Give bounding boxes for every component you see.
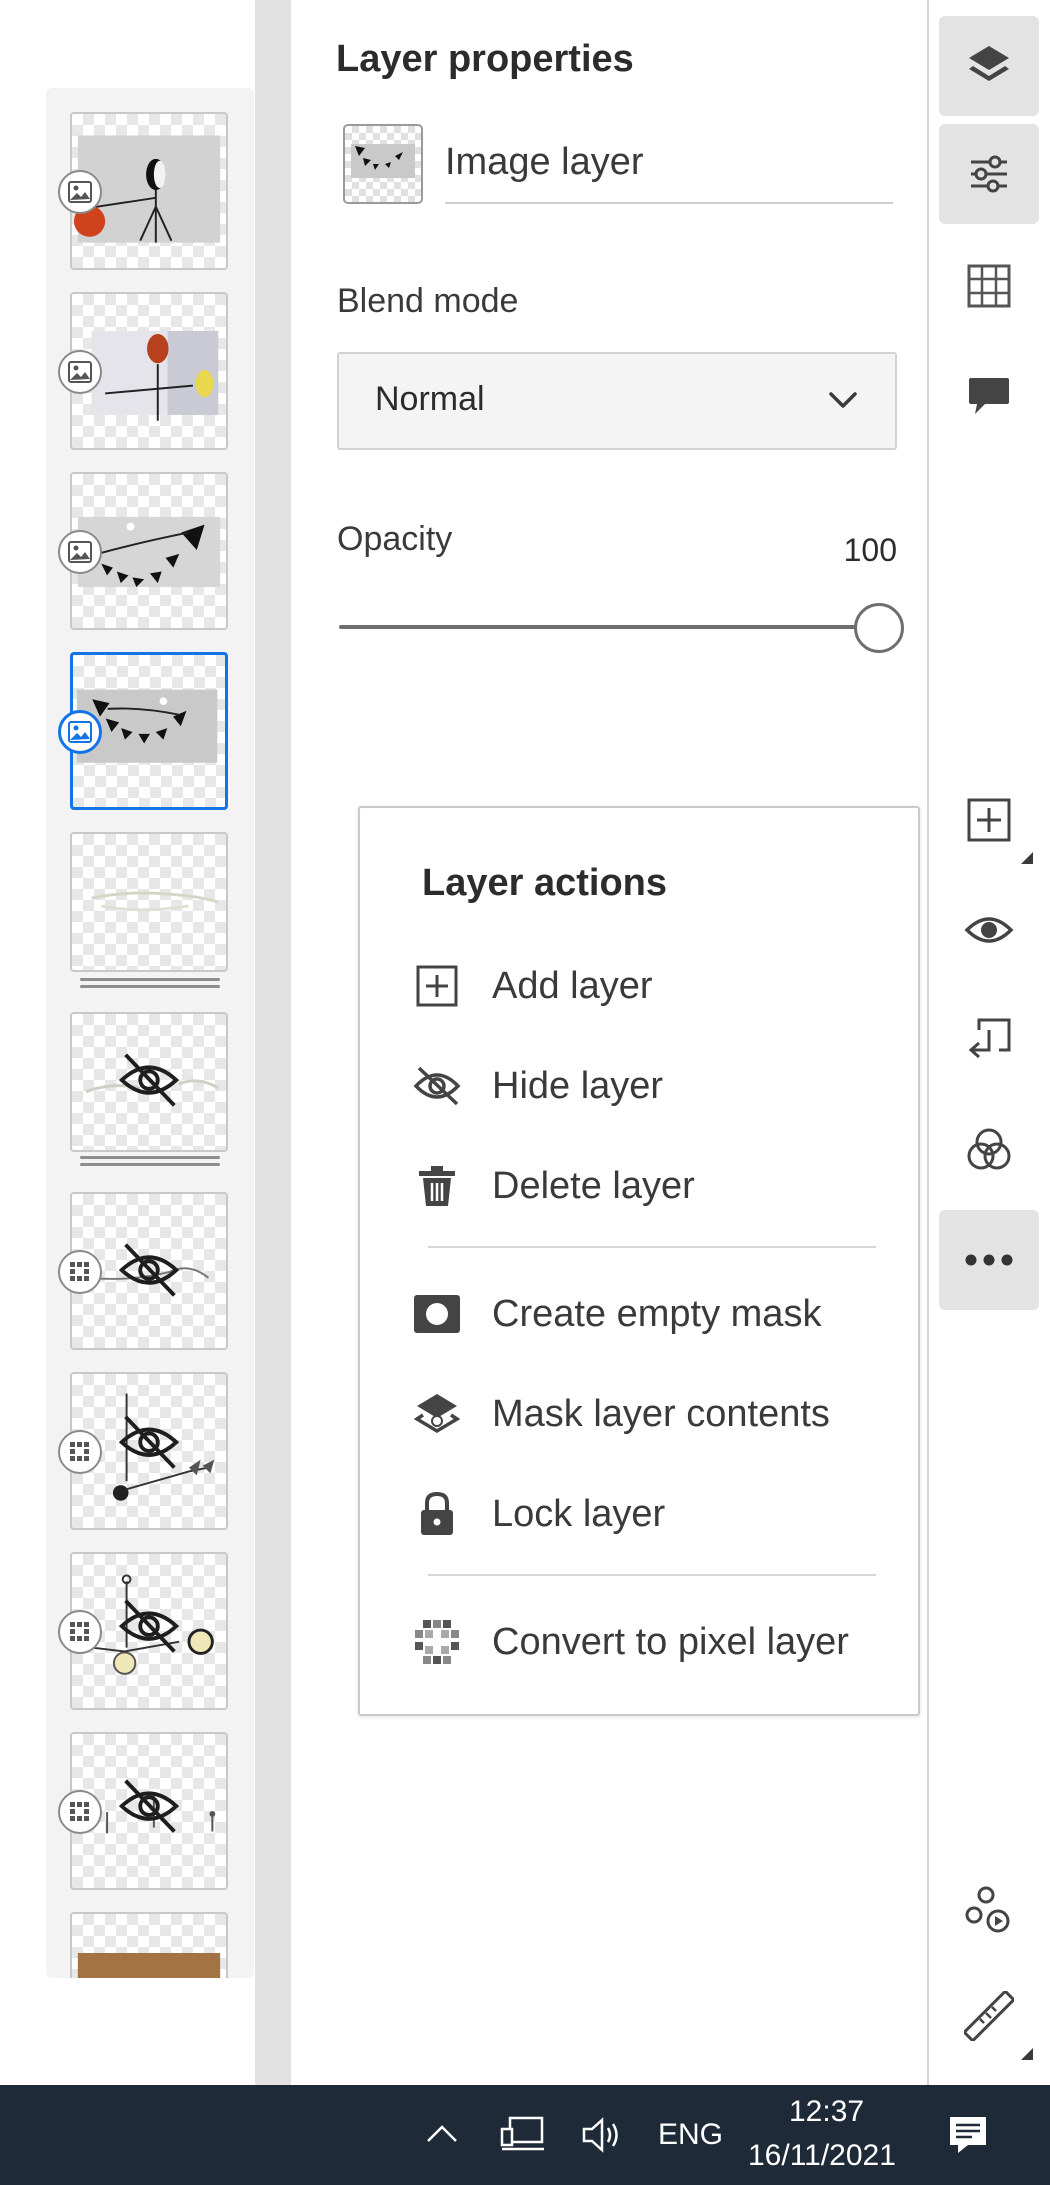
share-tool-button[interactable] [939,1860,1039,1960]
group-stack-indicator [80,978,220,988]
layer-actions-title: Layer actions [422,862,667,904]
add-square-icon [412,961,462,1011]
visibility-icon [964,917,1014,943]
opacity-label: Opacity [337,520,453,558]
menu-item-label: Convert to pixel layer [492,1620,849,1663]
windows-taskbar: ENG 12:37 16/11/2021 [0,2085,1050,2185]
grid-icon [967,264,1011,308]
menu-item-label: Delete layer [492,1164,695,1207]
mask-icon [412,1289,462,1339]
panel-title: Layer properties [336,38,634,80]
comment-icon [969,378,1009,414]
layer-thumbnail-6-group-hidden[interactable] [70,1012,228,1152]
blend-mode-value: Normal [375,380,485,418]
menu-item-label: Mask layer contents [492,1392,830,1435]
pixel-grid-icon [412,1617,462,1667]
clock-date[interactable]: 16/11/2021 [748,2139,896,2173]
pixel-layer-badge-icon [58,1610,102,1654]
network-icon[interactable] [500,2115,546,2155]
import-icon [968,1018,1011,1059]
measure-tool-button[interactable] [939,1966,1039,2066]
comments-tool-button[interactable] [939,346,1039,446]
chevron-up-icon[interactable] [424,2121,460,2145]
layer-preview-thumbnail [343,124,423,204]
lock-icon [412,1489,462,1539]
submenu-corner-icon [1021,2048,1033,2060]
blend-mode-label: Blend mode [337,282,519,320]
menu-item-mask-layer-contents[interactable]: Mask layer contents [412,1374,892,1454]
layers-panel [46,88,254,1978]
grid-tool-button[interactable] [939,236,1039,336]
visibility-tool-button[interactable] [939,880,1039,980]
pixel-layer-badge-icon [58,1430,102,1474]
submenu-corner-icon [1021,852,1033,864]
layer-actions-popover: Layer actions Add layer Hide layer Delet… [358,806,920,1716]
share-icon [965,1886,1010,1933]
pixel-layer-badge-icon [58,1250,102,1294]
image-layer-badge-icon [58,350,102,394]
group-stack-indicator [80,1156,220,1166]
menu-item-label: Create empty mask [492,1292,822,1335]
menu-item-hide-layer[interactable]: Hide layer [412,1046,892,1126]
menu-item-lock-layer[interactable]: Lock layer [412,1474,892,1554]
blend-tool-button[interactable] [939,1100,1039,1200]
layer-thumbnail-11[interactable] [70,1912,228,1978]
image-layer-badge-icon [58,170,102,214]
adjustments-tool-button[interactable] [939,124,1039,224]
adjustments-icon [971,155,1007,193]
menu-divider [428,1246,876,1248]
menu-item-label: Hide layer [492,1064,664,1107]
clock-time[interactable]: 12:37 [789,2095,864,2129]
mask-contents-icon [412,1389,462,1439]
opacity-slider-handle[interactable] [854,603,904,653]
image-layer-badge-icon [58,530,102,574]
image-layer-badge-icon [58,710,102,754]
layers-tool-button[interactable] [939,16,1039,116]
layer-name-field[interactable]: Image layer [445,134,893,204]
blend-mode-dropdown[interactable]: Normal [337,352,897,450]
notification-icon[interactable] [946,2113,990,2157]
add-layer-icon [967,798,1011,842]
trash-icon [412,1161,462,1211]
menu-divider [428,1574,876,1576]
menu-item-add-layer[interactable]: Add layer [412,946,892,1026]
layers-panel-gutter [255,0,291,2085]
volume-icon[interactable] [580,2115,626,2155]
ruler-icon [964,1991,1014,2041]
menu-item-label: Lock layer [492,1492,666,1535]
more-icon [965,1254,1013,1266]
import-tool-button[interactable] [939,990,1039,1090]
layers-icon [969,46,1009,81]
chevron-down-icon [829,392,857,408]
menu-item-label: Add layer [492,964,653,1007]
opacity-slider-track[interactable] [339,625,879,629]
add-layer-tool-button[interactable] [939,770,1039,870]
layer-thumbnail-5-group[interactable] [70,832,228,972]
right-toolbar [929,0,1050,2085]
pixel-layer-badge-icon [58,1790,102,1834]
more-options-button[interactable] [939,1210,1039,1310]
eye-slash-icon [412,1061,462,1111]
menu-item-create-empty-mask[interactable]: Create empty mask [412,1274,892,1354]
opacity-value: 100 [843,532,897,568]
blend-icon [967,1128,1011,1170]
menu-item-delete-layer[interactable]: Delete layer [412,1146,892,1226]
language-indicator[interactable]: ENG [658,2118,723,2152]
menu-item-convert-to-pixel-layer[interactable]: Convert to pixel layer [412,1602,892,1682]
